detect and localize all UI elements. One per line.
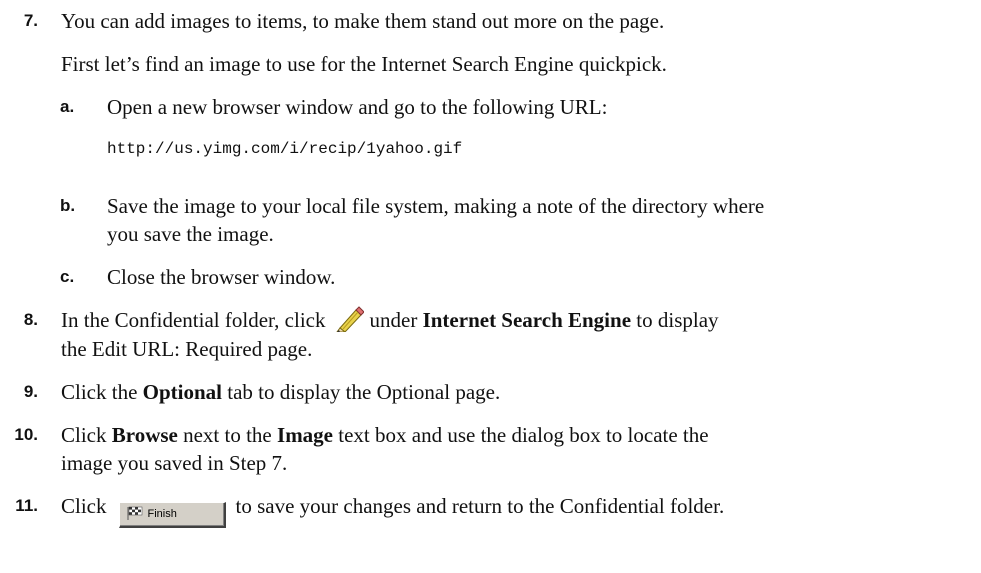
step-number: 8.: [23, 310, 38, 329]
step-number: 10.: [14, 425, 38, 444]
substep-letter: a.: [60, 97, 75, 116]
pencil-edit-icon[interactable]: [334, 306, 365, 333]
substep-c-text: Close the browser window.: [107, 265, 336, 289]
step-11-text: Click Finish to save your changes and ret…: [61, 491, 724, 528]
ui-label: Optional: [142, 380, 223, 404]
step-7-intro: First let’s find an image to use for the…: [61, 52, 667, 76]
step-9-text-pre: Click the: [61, 380, 138, 404]
step-9-text: Click the Optional tab to display the Op…: [61, 377, 500, 407]
step-8-text: In the Confidential folder, click: [61, 308, 326, 332]
step-10-line-2: image you saved in Step 7.: [61, 451, 288, 475]
step-10-text: next to the: [183, 423, 272, 447]
step-11-text-pre: Click: [61, 494, 107, 518]
step-11-text-post: to save your changes and return to the C…: [235, 494, 725, 518]
url-text: http://us.yimg.com/i/recip/1yahoo.gif: [107, 140, 463, 158]
step-8-line-1: In the Confidential folder, click under …: [61, 305, 719, 335]
ui-label: Internet Search Engine: [422, 308, 632, 332]
step-10-text: text box and use the dialog box to locat…: [338, 423, 709, 447]
step-9-text-post: tab to display the Optional page.: [227, 380, 501, 404]
substep-a-text: Open a new browser window and go to the …: [107, 95, 608, 119]
step-number: 11.: [15, 496, 38, 515]
step-number: 9.: [23, 382, 38, 401]
step-8-text: to display: [636, 308, 719, 332]
step-7-text: You can add images to items, to make the…: [61, 9, 665, 33]
substep-letter: b.: [60, 196, 76, 215]
step-10-line-1: Click Browse next to the Image text box …: [61, 420, 709, 450]
finish-button-label: Finish: [147, 508, 177, 520]
checkered-flag-icon: [127, 506, 142, 520]
step-8-text: under: [369, 308, 418, 332]
step-10-text: Click: [61, 423, 107, 447]
finish-button[interactable]: Finish: [118, 502, 226, 528]
ui-label: Image: [277, 423, 334, 447]
step-number: 7.: [23, 11, 38, 30]
substep-letter: c.: [60, 267, 75, 286]
substep-b-text: Save the image to your local file system…: [107, 194, 765, 246]
ui-label: Browse: [111, 423, 178, 447]
step-8-line-2: the Edit URL: Required page.: [61, 337, 313, 361]
